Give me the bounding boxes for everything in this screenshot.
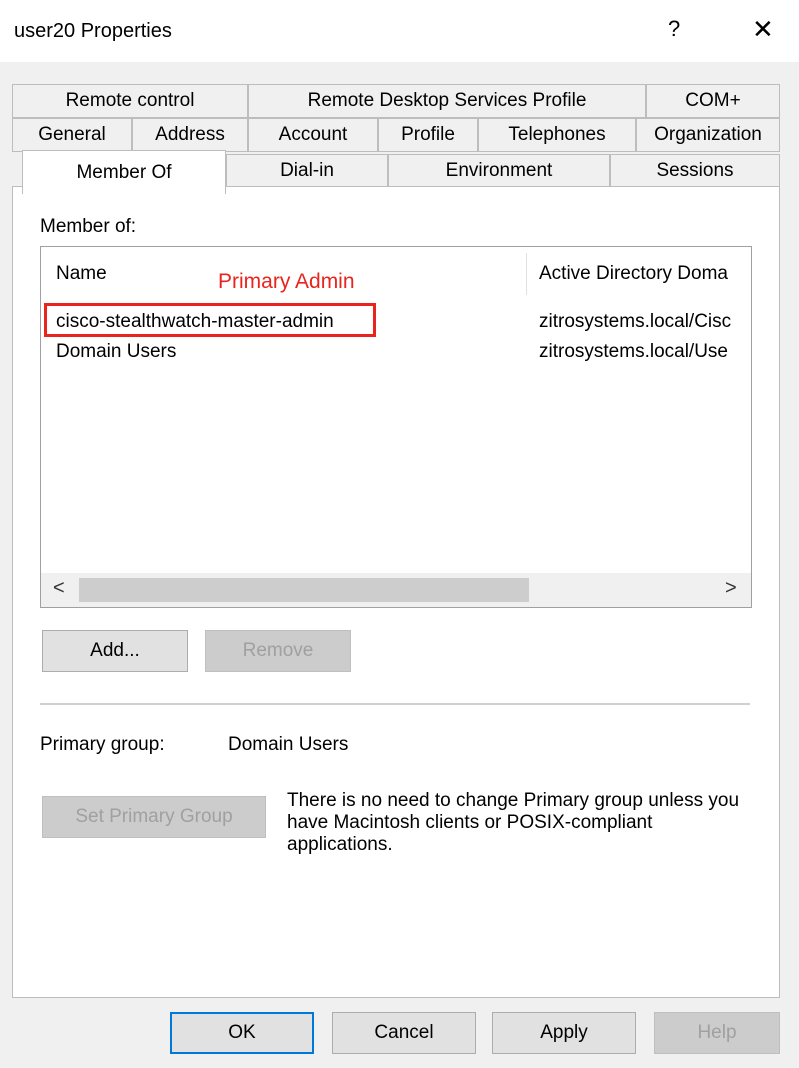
- tab-remote-desktop-services-profile[interactable]: Remote Desktop Services Profile: [248, 84, 646, 118]
- apply-button[interactable]: Apply: [492, 1012, 636, 1054]
- cancel-button[interactable]: Cancel: [332, 1012, 476, 1054]
- tab-dial-in[interactable]: Dial-in: [226, 154, 388, 188]
- groups-list[interactable]: Name Active Directory Doma cisco-stealth…: [40, 246, 752, 608]
- horizontal-scrollbar[interactable]: < >: [41, 573, 751, 607]
- group-folder-cell[interactable]: zitrosystems.local/Cisc: [539, 311, 731, 333]
- scroll-right-icon[interactable]: >: [725, 577, 737, 600]
- tab-remote-control[interactable]: Remote control: [12, 84, 248, 118]
- scroll-left-icon[interactable]: <: [53, 577, 65, 600]
- tab-address[interactable]: Address: [132, 118, 248, 152]
- set-primary-group-button[interactable]: Set Primary Group: [42, 796, 266, 838]
- group-folder-cell[interactable]: zitrosystems.local/Use: [539, 341, 728, 363]
- tab-account[interactable]: Account: [248, 118, 378, 152]
- primary-admin-annotation: Primary Admin: [218, 270, 355, 293]
- window-title: user20 Properties: [14, 20, 172, 42]
- primary-group-label: Primary group:: [40, 734, 165, 755]
- tab-sessions[interactable]: Sessions: [610, 154, 780, 188]
- close-icon[interactable]: ✕: [752, 14, 774, 45]
- primary-group-value: Domain Users: [228, 734, 349, 755]
- tab-organization[interactable]: Organization: [636, 118, 780, 152]
- help-icon[interactable]: ?: [668, 16, 680, 42]
- divider: [40, 703, 750, 705]
- member-of-label: Member of:: [40, 216, 137, 237]
- ok-button[interactable]: OK: [170, 1012, 314, 1054]
- tab-telephones[interactable]: Telephones: [478, 118, 636, 152]
- tab-general[interactable]: General: [12, 118, 132, 152]
- column-header-ad-domain[interactable]: Active Directory Doma: [539, 263, 728, 285]
- title-bar: user20 Properties ? ✕: [0, 0, 799, 62]
- group-name-cell[interactable]: Domain Users: [56, 341, 176, 363]
- tab-com-plus[interactable]: COM+: [646, 84, 780, 118]
- tab-profile[interactable]: Profile: [378, 118, 478, 152]
- tab-member-of[interactable]: Member Of: [22, 150, 226, 194]
- column-divider[interactable]: [526, 253, 527, 295]
- scrollbar-thumb[interactable]: [79, 578, 529, 602]
- help-button[interactable]: Help: [654, 1012, 780, 1054]
- primary-group-note: There is no need to change Primary group…: [287, 790, 740, 855]
- column-header-name[interactable]: Name: [56, 263, 107, 285]
- add-button[interactable]: Add...: [42, 630, 188, 672]
- highlight-box: [44, 303, 376, 337]
- tab-environment[interactable]: Environment: [388, 154, 610, 188]
- remove-button[interactable]: Remove: [205, 630, 351, 672]
